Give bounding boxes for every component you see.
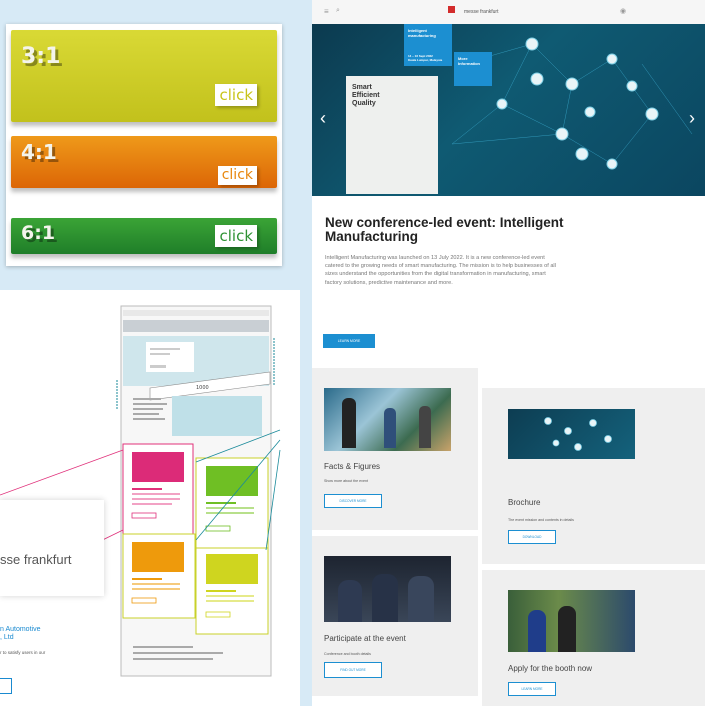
participate-subtitle: Conference and booth details: [324, 652, 371, 656]
hero-info-box-title: Intelligent manufacturing: [408, 28, 436, 38]
click-button[interactable]: click: [215, 225, 257, 247]
discover-more-button[interactable]: DISCOVER MORE: [324, 494, 382, 508]
wireframe-illustration: 1000 sse frankfurt n Automotive , Ltd r …: [0, 290, 300, 706]
carousel-next-icon[interactable]: ›: [689, 108, 695, 129]
hero-banner: Smart Efficient Quality Intelligent manu…: [312, 24, 705, 196]
click-button[interactable]: click: [215, 84, 257, 106]
menu-icon[interactable]: ≡: [324, 7, 329, 16]
swatch-ratio-label: 6:1: [21, 222, 56, 244]
hero-tagline-tile: Smart Efficient Quality: [346, 76, 438, 194]
card-facts-figures: Facts & Figures Show more about the even…: [312, 368, 478, 530]
learn-more-button[interactable]: LEARN MORE: [323, 334, 375, 348]
hero-tagline: Smart Efficient Quality: [352, 84, 380, 107]
brand-name[interactable]: messe frankfurt: [464, 9, 498, 15]
facts-subtitle: Show more about the event: [324, 479, 368, 483]
booth-title: Apply for the booth now: [508, 664, 593, 673]
brochure-subtitle: The event mission and contents in detail…: [508, 518, 574, 522]
hero-more-info-box[interactable]: More Information: [454, 52, 492, 86]
booth-learn-more-button[interactable]: LEARN MORE: [508, 682, 556, 696]
find-out-more-button[interactable]: FIND OUT MORE: [324, 662, 382, 678]
card-participate: Participate at the event Conference and …: [312, 536, 478, 696]
facts-photo: [324, 388, 451, 451]
user-icon[interactable]: ◉: [620, 7, 626, 15]
contrast-swatch-card: 3:1 click 4:1 click 6:1 click: [6, 24, 282, 266]
card-snippet-text: sse frankfurt: [0, 552, 72, 567]
article-paragraph: Intelligent Manufacturing was launched o…: [325, 255, 556, 286]
article-headline: New conference-led event: Intelligent Ma…: [325, 215, 564, 244]
participate-photo: [324, 556, 451, 622]
swatch-ratio-label: 3:1: [21, 44, 61, 69]
svg-text:1000: 1000: [196, 385, 209, 391]
brand-logo-icon[interactable]: [448, 6, 455, 13]
facts-title: Facts & Figures: [324, 462, 381, 471]
card-snippet: sse frankfurt: [0, 500, 104, 596]
carousel-prev-icon[interactable]: ‹: [320, 108, 326, 129]
download-button[interactable]: DOWNLOAD: [508, 530, 556, 544]
site-topbar: ≡ ⌕ messe frankfurt ◉: [312, 0, 705, 25]
card-brochure: Brochure The event mission and contents …: [482, 388, 705, 564]
card-snippet-link[interactable]: n Automotive , Ltd: [0, 626, 40, 642]
website-screenshot: ≡ ⌕ messe frankfurt ◉ Smart Efficient Qu…: [312, 0, 705, 706]
swatch-3-1: 3:1 click: [11, 30, 277, 122]
brochure-title: Brochure: [508, 498, 541, 507]
wireframe-drawing: 1000: [0, 305, 281, 677]
hero-info-box-detail: 14 – 16 Sept 2022 Kuala Lumpur, Malaysia: [408, 54, 443, 62]
carousel-dots[interactable]: [472, 186, 485, 196]
card-snippet-button[interactable]: [0, 678, 12, 694]
hero-more-info-title: More Information: [458, 56, 480, 66]
participate-title: Participate at the event: [324, 634, 406, 643]
booth-photo: [508, 590, 635, 652]
brochure-photo: [508, 409, 635, 459]
hero-info-box[interactable]: Intelligent manufacturing 14 – 16 Sept 2…: [404, 24, 452, 66]
click-button[interactable]: click: [217, 166, 257, 185]
swatch-6-1: 6:1 click: [11, 218, 277, 254]
card-snippet-small-text: r to satisfy users in our: [0, 650, 46, 655]
contrast-swatch-panel: 3:1 click 4:1 click 6:1 click: [0, 0, 300, 274]
card-booth: Apply for the booth now LEARN MORE: [482, 570, 705, 706]
swatch-4-1: 4:1 click: [11, 136, 277, 188]
search-icon[interactable]: ⌕: [336, 7, 340, 15]
swatch-ratio-label: 4:1: [21, 140, 57, 164]
